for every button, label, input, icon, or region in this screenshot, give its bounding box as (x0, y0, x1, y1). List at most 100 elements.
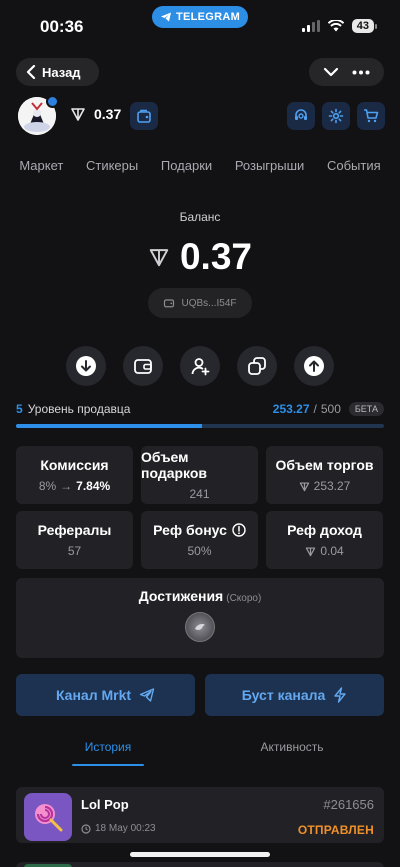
cart-icon (364, 109, 379, 123)
boost-channel-label: Буст канала (241, 687, 326, 703)
wallet-address-pill[interactable]: UQBs...I54F (148, 288, 252, 318)
trade-volume-title: Объем торгов (275, 457, 374, 473)
achievements-note: (Скоро) (226, 593, 262, 604)
add-user-icon (191, 358, 210, 376)
trade-volume-value: 253.27 (299, 479, 351, 493)
ref-bonus-title: Реф бонус (153, 522, 227, 538)
balance-label: Баланс (179, 210, 221, 224)
wifi-icon (327, 20, 344, 32)
ton-icon (71, 108, 85, 121)
seller-level-progress-bar (16, 424, 384, 428)
lightning-icon (334, 687, 346, 703)
ref-bonus-value: 50% (187, 544, 212, 558)
seller-level-current: 253.27 (272, 402, 310, 416)
wallet-button[interactable] (123, 346, 163, 386)
tab-activity[interactable]: Активность (242, 740, 342, 754)
top-tabs: Маркет Стикеры Подарки Розыгрыши События (0, 158, 400, 173)
boost-channel-button[interactable]: Буст канала (205, 674, 384, 716)
copy-button[interactable] (237, 346, 277, 386)
achievements-card[interactable]: Достижения (Скоро) (16, 578, 384, 658)
support-button[interactable] (287, 102, 315, 130)
seller-level: 5 Уровень продавца (16, 402, 130, 416)
ton-icon (306, 546, 316, 556)
commission-old: 8% (38, 479, 57, 493)
status-bar: 00:36 TELEGRAM 43 (0, 0, 400, 50)
beta-badge: БЕТА (348, 402, 384, 416)
gift-volume-card[interactable]: Объем подарков 241 (141, 446, 258, 504)
ref-bonus-card[interactable]: Реф бонус 50% (141, 511, 258, 569)
gift-volume-value: 241 (189, 487, 210, 501)
commission-value: 8% → 7.84% (39, 479, 110, 493)
wallet-address: UQBs...I54F (181, 297, 237, 309)
support-headset-icon (295, 109, 307, 120)
menu-pill (309, 58, 384, 86)
chevron-left-icon (26, 65, 36, 79)
gift-date: 18 May 00:23 (95, 823, 156, 834)
back-button[interactable]: Назад (16, 58, 99, 86)
deposit-button[interactable] (66, 346, 106, 386)
wallet-link-icon (137, 109, 151, 123)
balance-row: 0.37 (0, 236, 400, 278)
cart-button[interactable] (357, 102, 385, 130)
trade-volume-amount: 253.27 (313, 479, 351, 493)
add-referral-button[interactable] (180, 346, 220, 386)
trade-volume-card[interactable]: Объем торгов 253.27 (266, 446, 383, 504)
history-item[interactable]: Lol Pop 18 May 00:23 #261656 ОТПРАВЛЕН (16, 787, 384, 843)
gift-date-row: 18 May 00:23 (81, 823, 156, 834)
tab-gifts[interactable]: Подарки (161, 158, 212, 173)
chevron-down-icon[interactable] (323, 67, 339, 77)
seller-level-number: 5 (16, 402, 23, 416)
arrow-up-icon (304, 356, 324, 376)
commission-new: 7.84% (76, 479, 111, 493)
wallet-icon (164, 299, 175, 308)
status-icons: 43 (301, 19, 378, 33)
commission-arrow: → (60, 479, 73, 493)
seller-level-max: 500 (320, 402, 341, 416)
channel-mrkt-label: Канал Mrkt (55, 687, 132, 703)
stats-grid: Комиссия 8% → 7.84% Объем подарков 241 Объ… (16, 446, 384, 569)
action-row (0, 346, 400, 386)
ref-income-card[interactable]: Реф доход 0.04 (266, 511, 383, 569)
history-tabs: История Активность (16, 740, 384, 766)
signal-icon (301, 20, 320, 32)
ref-income-amount: 0.04 (320, 544, 344, 558)
tab-stickers[interactable]: Стикеры (86, 158, 138, 173)
tab-events[interactable]: События (327, 158, 381, 173)
back-label: Назад (42, 64, 81, 80)
withdraw-button[interactable] (294, 346, 334, 386)
gift-volume-title: Объем подарков (141, 449, 208, 481)
ref-bonus-title-row: Реф бонус (153, 522, 246, 538)
wallet-connect-button[interactable] (130, 102, 158, 130)
commission-title: Комиссия (40, 457, 109, 473)
telegram-pill[interactable]: TELEGRAM (152, 6, 248, 28)
achievement-medal-icon (185, 612, 215, 642)
gift-name: Lol Pop (81, 797, 129, 812)
bird-icon (195, 624, 205, 630)
status-badge: ОТПРАВЛЕН (297, 823, 374, 837)
referrals-value: 57 (67, 544, 82, 558)
tab-market[interactable]: Маркет (19, 158, 63, 173)
header-balance-value: 0.37 (94, 106, 122, 122)
ton-icon (149, 249, 169, 267)
tab-giveaways[interactable]: Розыгрыши (235, 158, 305, 173)
channel-mrkt-button[interactable]: Канал Mrkt (16, 674, 195, 716)
referrals-card[interactable]: Рефералы 57 (16, 511, 133, 569)
seller-level-separator: / (313, 402, 317, 416)
arrow-down-icon (76, 356, 96, 376)
battery-icon: 43 (351, 19, 378, 33)
commission-card[interactable]: Комиссия 8% → 7.84% (16, 446, 133, 504)
tab-indicator (72, 764, 144, 766)
tab-history[interactable]: История (70, 740, 146, 754)
seller-level-row: 5 Уровень продавца 253.27 / 500 БЕТА (16, 402, 384, 416)
gear-icon (328, 108, 344, 124)
ref-income-value: 0.04 (305, 544, 344, 558)
ton-icon (299, 481, 309, 491)
ref-income-title: Реф доход (287, 522, 362, 538)
info-icon[interactable] (232, 523, 246, 537)
avatar-badge (46, 95, 59, 108)
status-time: 00:36 (40, 17, 84, 36)
more-dots-icon[interactable] (352, 70, 370, 75)
achievements-title-row: Достижения (Скоро) (16, 588, 384, 604)
settings-button[interactable] (322, 102, 350, 130)
achievements-title: Достижения (138, 588, 224, 604)
